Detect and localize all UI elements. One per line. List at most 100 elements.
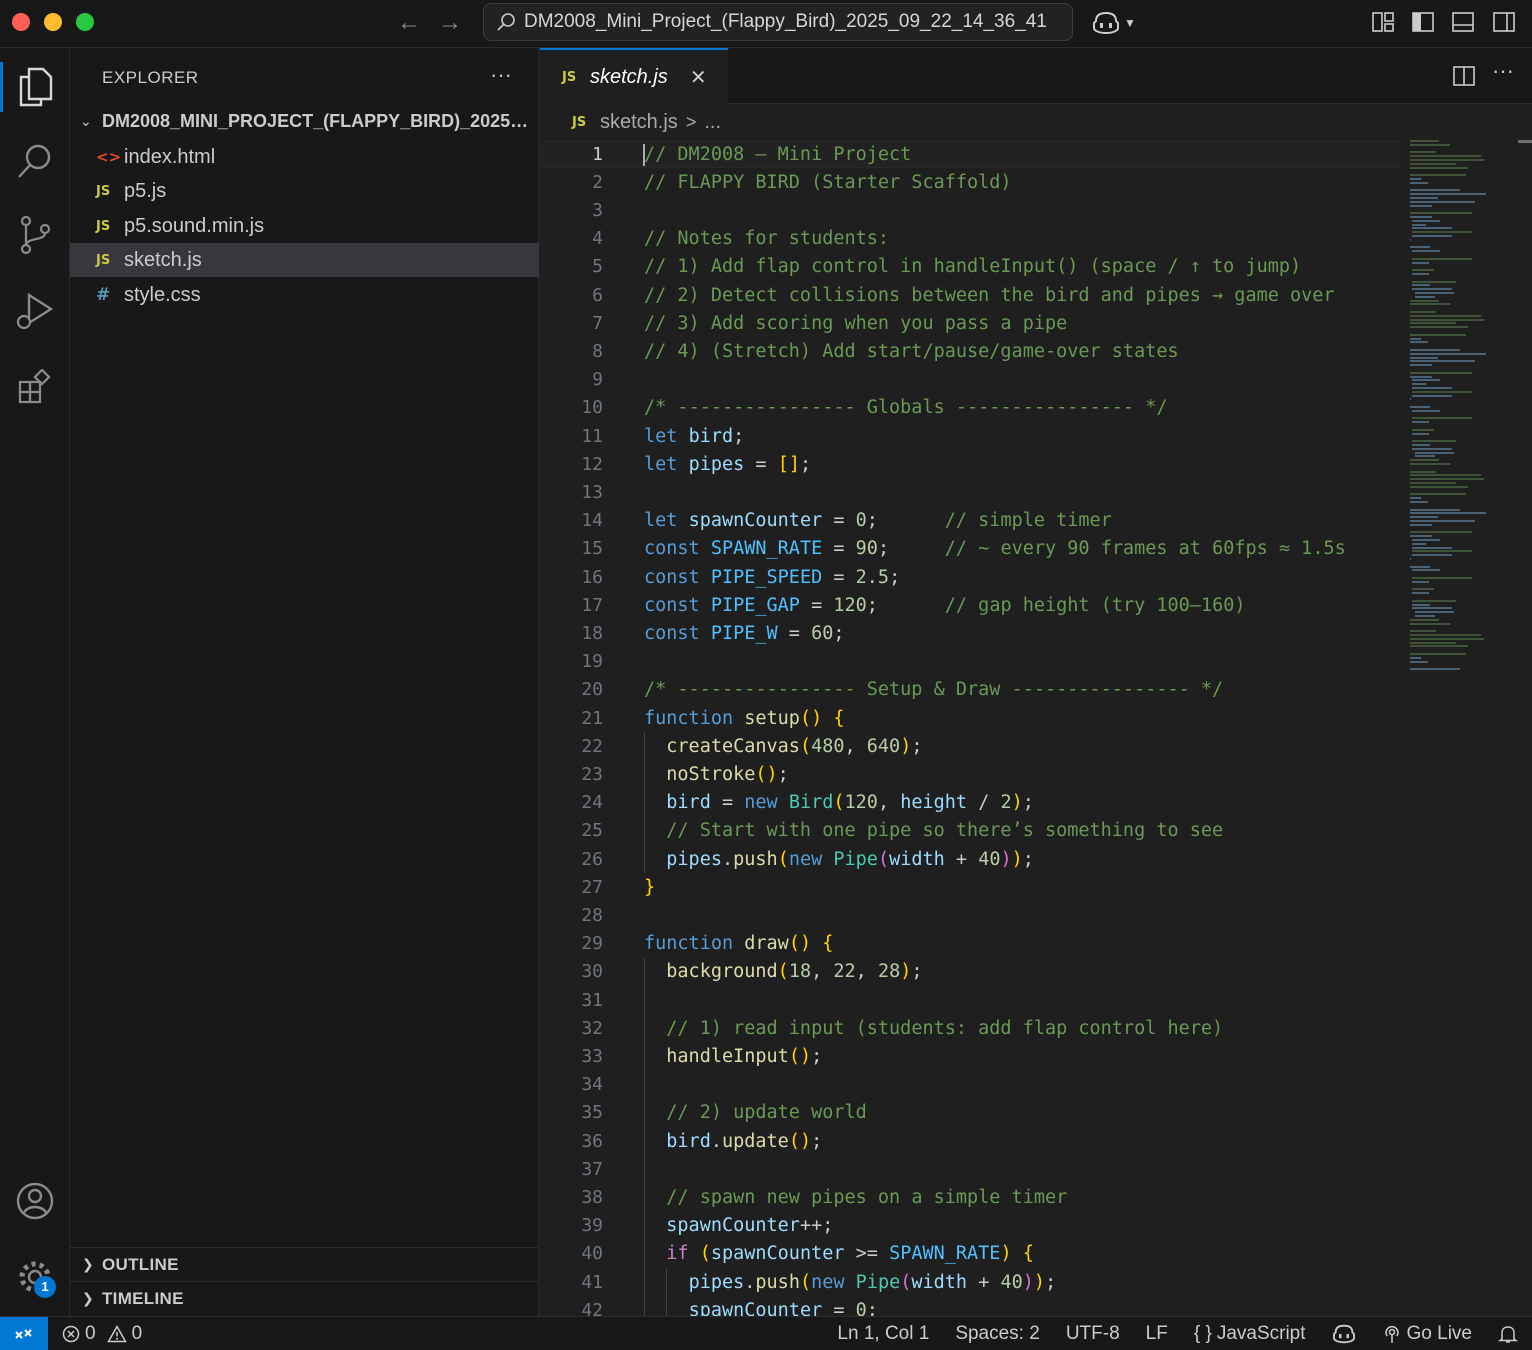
window-close-button[interactable] xyxy=(12,13,30,31)
problems-indicator[interactable]: 0 0 xyxy=(62,1323,142,1345)
search-activity[interactable] xyxy=(0,126,70,196)
code-line[interactable]: 19 xyxy=(540,648,1400,676)
end-of-line[interactable]: LF xyxy=(1146,1323,1168,1345)
code-line[interactable]: 16 const PIPE_SPEED = 2.5; xyxy=(540,563,1400,591)
code-line[interactable]: 28 xyxy=(540,901,1400,929)
line-number: 3 xyxy=(592,199,603,221)
code-line[interactable]: 1 // DM2008 – Mini Project xyxy=(540,140,1400,169)
command-center-search[interactable]: DM2008_Mini_Project_(Flappy_Bird)_2025_0… xyxy=(483,3,1073,41)
code-line[interactable]: 15 const SPAWN_RATE = 90; // ~ every 90 f… xyxy=(540,535,1400,563)
code-line[interactable]: 38 // spawn new pipes on a simple timer xyxy=(540,1183,1400,1211)
code-line[interactable]: 6 // 2) Detect collisions between the bir… xyxy=(540,281,1400,309)
indentation[interactable]: Spaces: 2 xyxy=(955,1323,1040,1345)
window-minimize-button[interactable] xyxy=(44,13,62,31)
code-line[interactable]: 18 const PIPE_W = 60; xyxy=(540,619,1400,647)
run-debug-activity[interactable] xyxy=(0,276,70,346)
broadcast-icon xyxy=(1384,1326,1399,1343)
code-line[interactable]: 20 /* ---------------- Setup & Draw -----… xyxy=(540,676,1400,704)
code-line[interactable]: 37 xyxy=(540,1155,1400,1183)
line-text: /* ---------------- Globals ------------… xyxy=(644,397,1168,419)
minimap-line xyxy=(1410,618,1439,621)
code-line[interactable]: 25 // Start with one pipe so there’s som… xyxy=(540,817,1400,845)
timeline-section[interactable]: ❯ TIMELINE xyxy=(70,1281,539,1315)
cursor-position[interactable]: Ln 1, Col 1 xyxy=(837,1323,929,1345)
explorer-activity[interactable] xyxy=(0,52,70,122)
close-icon[interactable]: ✕ xyxy=(690,65,707,90)
code-line[interactable]: 14 let spawnCounter = 0; // simple timer xyxy=(540,507,1400,535)
code-line[interactable]: 17 const PIPE_GAP = 120; // gap height (t… xyxy=(540,591,1400,619)
extensions-activity[interactable] xyxy=(0,352,70,422)
file-item-style-css[interactable]: # style.css xyxy=(70,278,539,312)
code-line[interactable]: 31 xyxy=(540,986,1400,1014)
code-line[interactable]: 32 // 1) read input (students: add flap … xyxy=(540,1014,1400,1042)
more-actions-icon[interactable]: ··· xyxy=(1491,60,1515,84)
tab-sketch-js[interactable]: JS sketch.js ✕ xyxy=(540,48,728,104)
source-control-activity[interactable] xyxy=(0,200,70,270)
code-line[interactable]: 42 spawnCounter = 0; xyxy=(540,1296,1400,1316)
breadcrumb-symbols[interactable]: ... xyxy=(704,111,721,134)
line-text: bird.update(); xyxy=(666,1130,823,1152)
code-line[interactable]: 12 let pipes = []; xyxy=(540,450,1400,478)
code-line[interactable]: 4 // Notes for students: xyxy=(540,225,1400,253)
code-line[interactable]: 11 let bird; xyxy=(540,422,1400,450)
notifications-button[interactable] xyxy=(1498,1324,1518,1344)
more-actions-icon[interactable]: ··· xyxy=(490,62,512,88)
code-line[interactable]: 8 // 4) (Stretch) Add start/pause/game-ov… xyxy=(540,337,1400,365)
indent-guide xyxy=(644,957,645,1316)
code-line[interactable]: 3 xyxy=(540,196,1400,224)
language-mode[interactable]: { } JavaScript xyxy=(1194,1323,1306,1345)
back-arrow-icon[interactable]: ← xyxy=(396,9,422,37)
code-line[interactable]: 22 createCanvas(480, 640); xyxy=(540,732,1400,760)
file-item-index-html[interactable]: <> index.html xyxy=(70,140,539,174)
copilot-status[interactable] xyxy=(1332,1324,1356,1344)
code-line[interactable]: 9 xyxy=(540,366,1400,394)
code-line[interactable]: 36 bird.update(); xyxy=(540,1127,1400,1155)
code-line[interactable]: 34 xyxy=(540,1071,1400,1099)
code-line[interactable]: 21 function setup() { xyxy=(540,704,1400,732)
code-line[interactable]: 29 function draw() { xyxy=(540,930,1400,958)
code-line[interactable]: 2 // FLAPPY BIRD (Starter Scaffold) xyxy=(540,168,1400,196)
code-line[interactable]: 26 pipes.push(new Pipe(width + 40)); xyxy=(540,845,1400,873)
code-line[interactable]: 35 // 2) update world xyxy=(540,1099,1400,1127)
code-line[interactable]: 5 // 1) Add flap control in handleInput()… xyxy=(540,253,1400,281)
code-line[interactable]: 7 // 3) Add scoring when you pass a pipe xyxy=(540,309,1400,337)
encoding[interactable]: UTF-8 xyxy=(1066,1323,1120,1345)
toggle-panel-icon[interactable] xyxy=(1451,10,1475,34)
manage-activity[interactable]: 1 xyxy=(0,1242,70,1312)
code-line[interactable]: 10 /* ---------------- Globals ----------… xyxy=(540,394,1400,422)
code-line[interactable]: 13 xyxy=(540,478,1400,506)
minimap[interactable] xyxy=(1406,140,1518,680)
minimap-line xyxy=(1410,356,1438,359)
breadcrumb-file[interactable]: sketch.js xyxy=(600,111,678,134)
js-file-icon: JS xyxy=(572,114,587,130)
file-item-p5-sound-min-js[interactable]: JS p5.sound.min.js xyxy=(70,209,539,243)
copilot-menu[interactable]: ▼ xyxy=(1092,9,1144,37)
html-file-icon: <> xyxy=(96,148,122,166)
outline-section[interactable]: ❯ OUTLINE xyxy=(70,1247,539,1281)
code-line[interactable]: 27} xyxy=(540,873,1400,901)
remote-indicator[interactable] xyxy=(0,1316,48,1350)
scrollbar-position[interactable] xyxy=(1518,140,1532,143)
code-line[interactable]: 41 pipes.push(new Pipe(width + 40)); xyxy=(540,1268,1400,1296)
toggle-primary-sidebar-icon[interactable] xyxy=(1411,10,1435,34)
folder-row[interactable]: ⌄ DM2008_MINI_PROJECT_(FLAPPY_BIRD)_2025… xyxy=(70,104,539,138)
line-number: 33 xyxy=(581,1045,603,1067)
forward-arrow-icon[interactable]: → xyxy=(437,9,463,37)
split-editor-icon[interactable] xyxy=(1452,64,1476,88)
window-maximize-button[interactable] xyxy=(76,13,94,31)
code-line[interactable]: 40 if (spawnCounter >= SPAWN_RATE) { xyxy=(540,1240,1400,1268)
customize-layout-icon[interactable] xyxy=(1371,10,1395,34)
code-line[interactable]: 39 spawnCounter++; xyxy=(540,1212,1400,1240)
go-live-button[interactable]: Go Live xyxy=(1382,1323,1472,1345)
minimap-line xyxy=(1412,250,1440,253)
toggle-secondary-sidebar-icon[interactable] xyxy=(1492,10,1516,34)
code-line[interactable]: 24 bird = new Bird(120, height / 2); xyxy=(540,789,1400,817)
accounts-activity[interactable] xyxy=(0,1166,70,1236)
file-item-sketch-js[interactable]: JS sketch.js xyxy=(70,243,539,277)
minimap-line xyxy=(1412,219,1440,222)
code-line[interactable]: 33 handleInput(); xyxy=(540,1042,1400,1070)
code-line[interactable]: 30 background(18, 22, 28); xyxy=(540,958,1400,986)
code-line[interactable]: 23 noStroke(); xyxy=(540,760,1400,788)
code-editor[interactable]: 1 // DM2008 – Mini Project 2 // FLAPPY BIRD… xyxy=(540,140,1532,1316)
file-item-p5-js[interactable]: JS p5.js xyxy=(70,174,539,208)
